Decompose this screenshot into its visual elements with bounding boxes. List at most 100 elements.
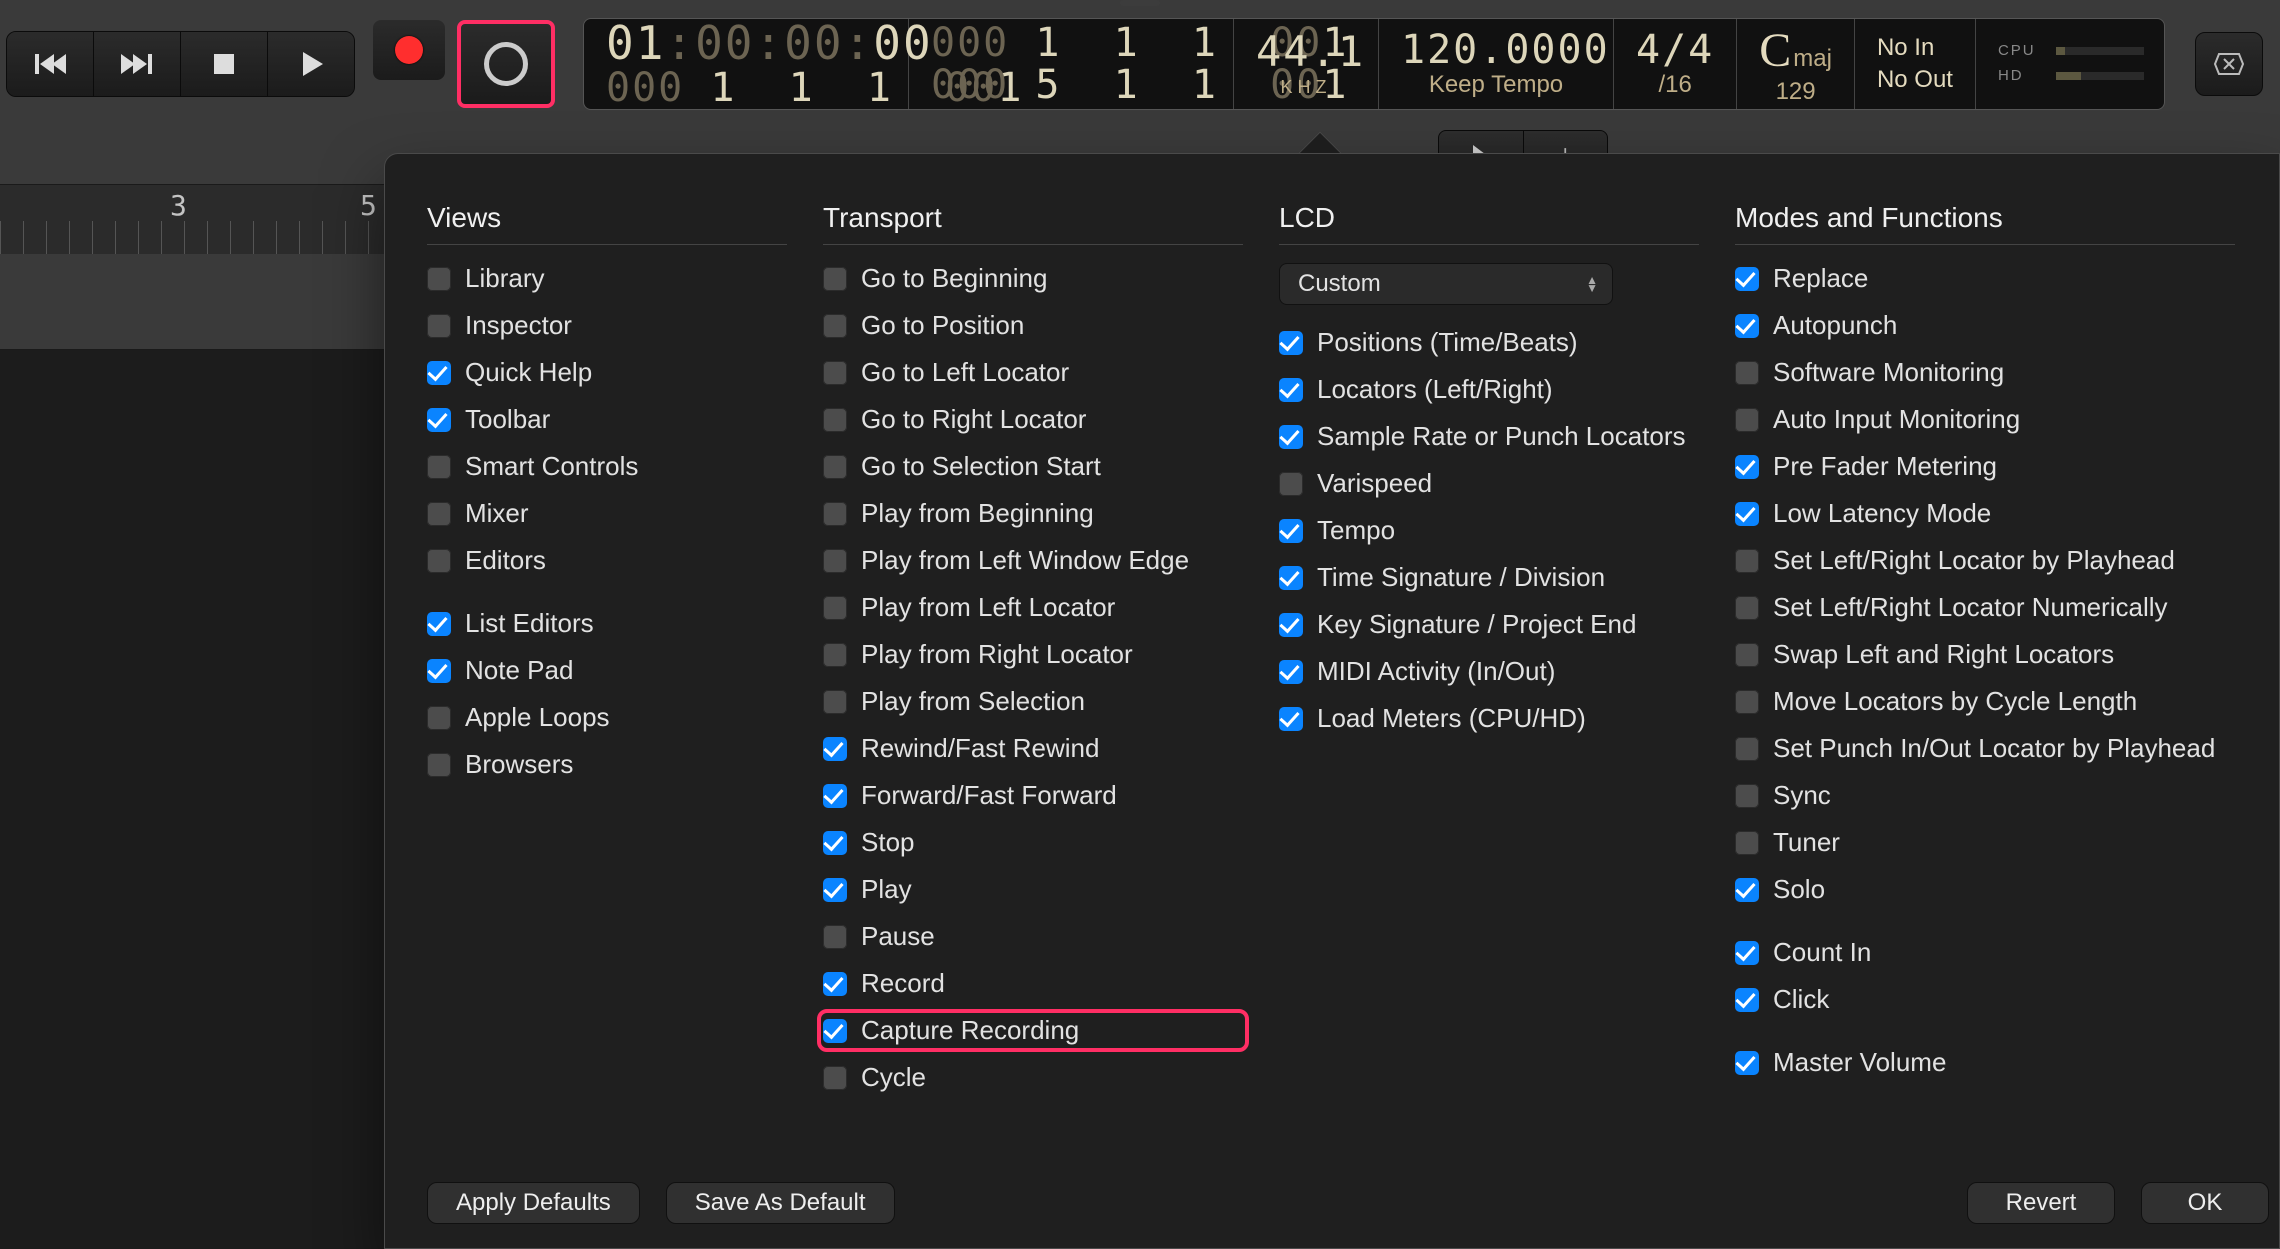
modes-option-master-volume[interactable]: Master Volume <box>1735 1047 2235 1078</box>
lcd-timesig[interactable]: 4/4 /16 <box>1614 19 1737 109</box>
modes-option-replace[interactable]: Replace <box>1735 263 2235 294</box>
lcd-option-tempo[interactable]: Tempo <box>1279 515 1699 546</box>
transport-option-forward-fast-forward[interactable]: Forward/Fast Forward <box>823 780 1243 811</box>
checkbox[interactable] <box>823 925 847 949</box>
checkbox[interactable] <box>1279 707 1303 731</box>
modes-option-software-monitoring[interactable]: Software Monitoring <box>1735 357 2235 388</box>
checkbox[interactable] <box>1735 737 1759 761</box>
views-option-mixer[interactable]: Mixer <box>427 498 787 529</box>
lcd-option-time-signature-division[interactable]: Time Signature / Division <box>1279 562 1699 593</box>
checkbox[interactable] <box>1735 784 1759 808</box>
revert-button[interactable]: Revert <box>1967 1182 2115 1224</box>
views-option-inspector[interactable]: Inspector <box>427 310 787 341</box>
checkbox[interactable] <box>1735 941 1759 965</box>
checkbox[interactable] <box>427 549 451 573</box>
lcd-option-key-signature-project-end[interactable]: Key Signature / Project End <box>1279 609 1699 640</box>
checkbox[interactable] <box>427 267 451 291</box>
modes-option-pre-fader-metering[interactable]: Pre Fader Metering <box>1735 451 2235 482</box>
modes-option-set-punch-in-out-locator-by-playhead[interactable]: Set Punch In/Out Locator by Playhead <box>1735 733 2235 764</box>
views-option-smart-controls[interactable]: Smart Controls <box>427 451 787 482</box>
checkbox[interactable] <box>1279 472 1303 496</box>
checkbox[interactable] <box>427 659 451 683</box>
checkbox[interactable] <box>1279 425 1303 449</box>
checkbox[interactable] <box>823 1019 847 1043</box>
transport-option-stop[interactable]: Stop <box>823 827 1243 858</box>
lcd-option-positions-time-beats[interactable]: Positions (Time/Beats) <box>1279 327 1699 358</box>
modes-option-tuner[interactable]: Tuner <box>1735 827 2235 858</box>
views-option-apple-loops[interactable]: Apple Loops <box>427 702 787 733</box>
transport-option-cycle[interactable]: Cycle <box>823 1062 1243 1093</box>
record-button[interactable] <box>373 20 445 80</box>
checkbox[interactable] <box>1735 455 1759 479</box>
checkbox[interactable] <box>1279 660 1303 684</box>
transport-option-play-from-left-window-edge[interactable]: Play from Left Window Edge <box>823 545 1243 576</box>
checkbox[interactable] <box>1735 502 1759 526</box>
checkbox[interactable] <box>823 361 847 385</box>
checkbox[interactable] <box>427 502 451 526</box>
checkbox[interactable] <box>427 455 451 479</box>
transport-option-play-from-left-locator[interactable]: Play from Left Locator <box>823 592 1243 623</box>
checkbox[interactable] <box>823 502 847 526</box>
modes-option-low-latency-mode[interactable]: Low Latency Mode <box>1735 498 2235 529</box>
checkbox[interactable] <box>823 972 847 996</box>
modes-option-move-locators-by-cycle-length[interactable]: Move Locators by Cycle Length <box>1735 686 2235 717</box>
modes-option-swap-left-and-right-locators[interactable]: Swap Left and Right Locators <box>1735 639 2235 670</box>
views-option-browsers[interactable]: Browsers <box>427 749 787 780</box>
lcd-position-beats[interactable]: 000 1 1 1 001 000 5 1 1 001 <box>909 19 1234 109</box>
checkbox[interactable] <box>1735 690 1759 714</box>
capture-recording-button[interactable] <box>457 20 555 108</box>
lcd-punch-io[interactable]: No In No Out <box>1855 19 1976 109</box>
checkbox[interactable] <box>1279 566 1303 590</box>
checkbox[interactable] <box>427 753 451 777</box>
checkbox[interactable] <box>823 549 847 573</box>
lcd-preset-dropdown[interactable]: Custom ▲▼ <box>1279 263 1613 305</box>
checkbox[interactable] <box>1735 988 1759 1012</box>
forward-button[interactable] <box>94 32 181 96</box>
modes-option-solo[interactable]: Solo <box>1735 874 2235 905</box>
modes-option-sync[interactable]: Sync <box>1735 780 2235 811</box>
apply-defaults-button[interactable]: Apply Defaults <box>427 1182 640 1224</box>
transport-option-go-to-position[interactable]: Go to Position <box>823 310 1243 341</box>
modes-option-set-left-right-locator-by-playhead[interactable]: Set Left/Right Locator by Playhead <box>1735 545 2235 576</box>
modes-option-set-left-right-locator-numerically[interactable]: Set Left/Right Locator Numerically <box>1735 592 2235 623</box>
clear-overload-button[interactable] <box>2195 32 2263 96</box>
checkbox[interactable] <box>823 314 847 338</box>
modes-option-autopunch[interactable]: Autopunch <box>1735 310 2235 341</box>
checkbox[interactable] <box>1279 378 1303 402</box>
checkbox[interactable] <box>823 596 847 620</box>
checkbox[interactable] <box>427 361 451 385</box>
views-option-note-pad[interactable]: Note Pad <box>427 655 787 686</box>
lcd-option-load-meters-cpu-hd[interactable]: Load Meters (CPU/HD) <box>1279 703 1699 734</box>
rewind-button[interactable] <box>7 32 94 96</box>
checkbox[interactable] <box>1735 831 1759 855</box>
lcd-option-varispeed[interactable]: Varispeed <box>1279 468 1699 499</box>
lcd-sample-rate[interactable]: 44.1 KHZ <box>1234 19 1379 109</box>
checkbox[interactable] <box>1735 361 1759 385</box>
transport-option-play[interactable]: Play <box>823 874 1243 905</box>
checkbox[interactable] <box>823 878 847 902</box>
transport-option-capture-recording[interactable]: Capture Recording <box>823 1015 1243 1046</box>
checkbox[interactable] <box>823 737 847 761</box>
views-option-toolbar[interactable]: Toolbar <box>427 404 787 435</box>
modes-option-click[interactable]: Click <box>1735 984 2235 1015</box>
checkbox[interactable] <box>1735 643 1759 667</box>
modes-option-auto-input-monitoring[interactable]: Auto Input Monitoring <box>1735 404 2235 435</box>
transport-option-record[interactable]: Record <box>823 968 1243 999</box>
lcd-option-midi-activity-in-out[interactable]: MIDI Activity (In/Out) <box>1279 656 1699 687</box>
lcd-position-time[interactable]: 01:00:00:00 000 1 1 1 001 <box>584 19 909 109</box>
save-as-default-button[interactable]: Save As Default <box>666 1182 895 1224</box>
transport-option-play-from-right-locator[interactable]: Play from Right Locator <box>823 639 1243 670</box>
checkbox[interactable] <box>1735 878 1759 902</box>
checkbox[interactable] <box>1279 519 1303 543</box>
checkbox[interactable] <box>1279 331 1303 355</box>
checkbox[interactable] <box>1735 267 1759 291</box>
transport-option-go-to-left-locator[interactable]: Go to Left Locator <box>823 357 1243 388</box>
transport-option-go-to-selection-start[interactable]: Go to Selection Start <box>823 451 1243 482</box>
checkbox[interactable] <box>1735 408 1759 432</box>
play-button[interactable] <box>268 32 354 96</box>
checkbox[interactable] <box>823 643 847 667</box>
checkbox[interactable] <box>1279 613 1303 637</box>
checkbox[interactable] <box>823 831 847 855</box>
checkbox[interactable] <box>823 267 847 291</box>
lcd-tempo[interactable]: 120.0000 Keep Tempo <box>1379 19 1614 109</box>
